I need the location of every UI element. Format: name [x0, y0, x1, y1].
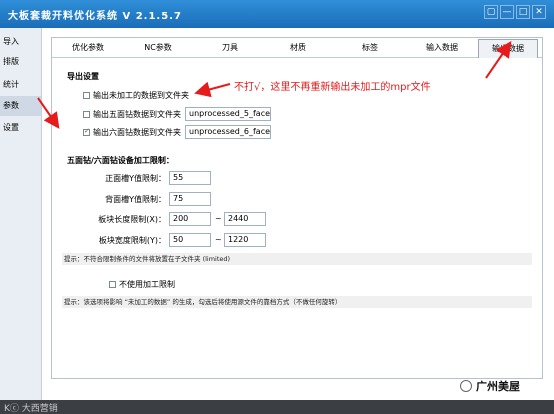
wechat-account-name: 广州美屋: [476, 380, 520, 393]
bottom-bar: Kⓒ 大西营销: [0, 400, 554, 414]
six-face-folder-input[interactable]: unprocessed_6_face: [185, 125, 271, 139]
watermark: Kⓒ 大西营销: [4, 404, 58, 414]
limit-hint: 提示：不符合限制条件的文件将放置在子文件夹 (limited): [62, 253, 532, 265]
width-range-tilde: ~: [215, 235, 222, 244]
tab-optimize-params[interactable]: 优化参数: [60, 38, 116, 58]
tab-input-data[interactable]: 输入数据: [412, 38, 472, 58]
length-limit-label: 板块长度限制(X)：: [98, 215, 166, 224]
sidebar: 导入 排版 统计 参数 设置: [0, 28, 42, 400]
sidebar-item-settings[interactable]: 设置: [0, 118, 41, 138]
export-section-title: 导出设置: [67, 72, 99, 81]
tab-material[interactable]: 材质: [270, 38, 326, 58]
minimize-icon[interactable]: —: [500, 5, 514, 19]
width-min-input[interactable]: 50: [169, 233, 211, 247]
length-min-input[interactable]: 200: [169, 212, 211, 226]
window-controls: ▢ — □ ✕: [484, 5, 546, 19]
title-bar: 大板套裁开料优化系统 V 2.1.5.7 ▢ — □ ✕: [0, 0, 554, 28]
unprocessed-label: 输出未加工的数据到文件夹: [93, 91, 189, 100]
wechat-icon: [460, 380, 472, 392]
no-limit-label: 不使用加工限制: [119, 280, 175, 289]
length-max-input[interactable]: 2440: [224, 212, 266, 226]
six-face-label: 输出六面钻数据到文件夹: [93, 128, 181, 137]
unprocessed-hint: 提示：该选项将影响 “未加工的数据” 的生成，勾选后将使用源文件的靠档方式（不做…: [62, 296, 532, 308]
sidebar-item-params[interactable]: 参数: [0, 96, 41, 116]
back-y-label: 背面槽Y值限制：: [105, 195, 166, 204]
unprocessed-checkbox[interactable]: [83, 92, 90, 99]
wechat-account: 广州美屋: [460, 378, 520, 394]
tab-tools[interactable]: 刀具: [202, 38, 258, 58]
sidebar-item-import[interactable]: 导入: [0, 32, 41, 52]
width-max-input[interactable]: 1220: [224, 233, 266, 247]
annotation-text: 不打√，这里不再重新输出未加工的mpr文件: [234, 82, 431, 93]
length-range-tilde: ~: [215, 214, 222, 223]
five-face-checkbox[interactable]: [83, 111, 90, 118]
restore-icon[interactable]: ▢: [484, 5, 498, 19]
tab-bar: 优化参数 NC参数 刀具 材质 标签 输入数据 输出数据: [52, 38, 542, 58]
back-y-input[interactable]: 75: [169, 192, 211, 206]
tab-label[interactable]: 标签: [342, 38, 398, 58]
front-y-input[interactable]: 55: [169, 171, 211, 185]
six-face-checkbox[interactable]: [83, 127, 90, 136]
sidebar-item-layout[interactable]: 排版: [0, 52, 41, 72]
tab-output-data[interactable]: 输出数据: [478, 39, 538, 58]
width-limit-label: 板块宽度限制(Y)：: [98, 236, 166, 245]
close-icon[interactable]: ✕: [532, 5, 546, 19]
five-face-folder-input[interactable]: unprocessed_5_face: [185, 107, 271, 121]
app-title: 大板套裁开料优化系统 V 2.1.5.7: [8, 11, 182, 22]
five-face-label: 输出五面钻数据到文件夹: [93, 110, 181, 119]
limits-section-title: 五面钻/六面钻设备加工限制：: [67, 156, 174, 165]
front-y-label: 正面槽Y值限制：: [105, 174, 166, 183]
maximize-icon[interactable]: □: [516, 5, 530, 19]
tab-nc-params[interactable]: NC参数: [130, 38, 186, 58]
no-limit-checkbox[interactable]: [109, 281, 116, 288]
sidebar-item-stats[interactable]: 统计: [0, 75, 41, 95]
